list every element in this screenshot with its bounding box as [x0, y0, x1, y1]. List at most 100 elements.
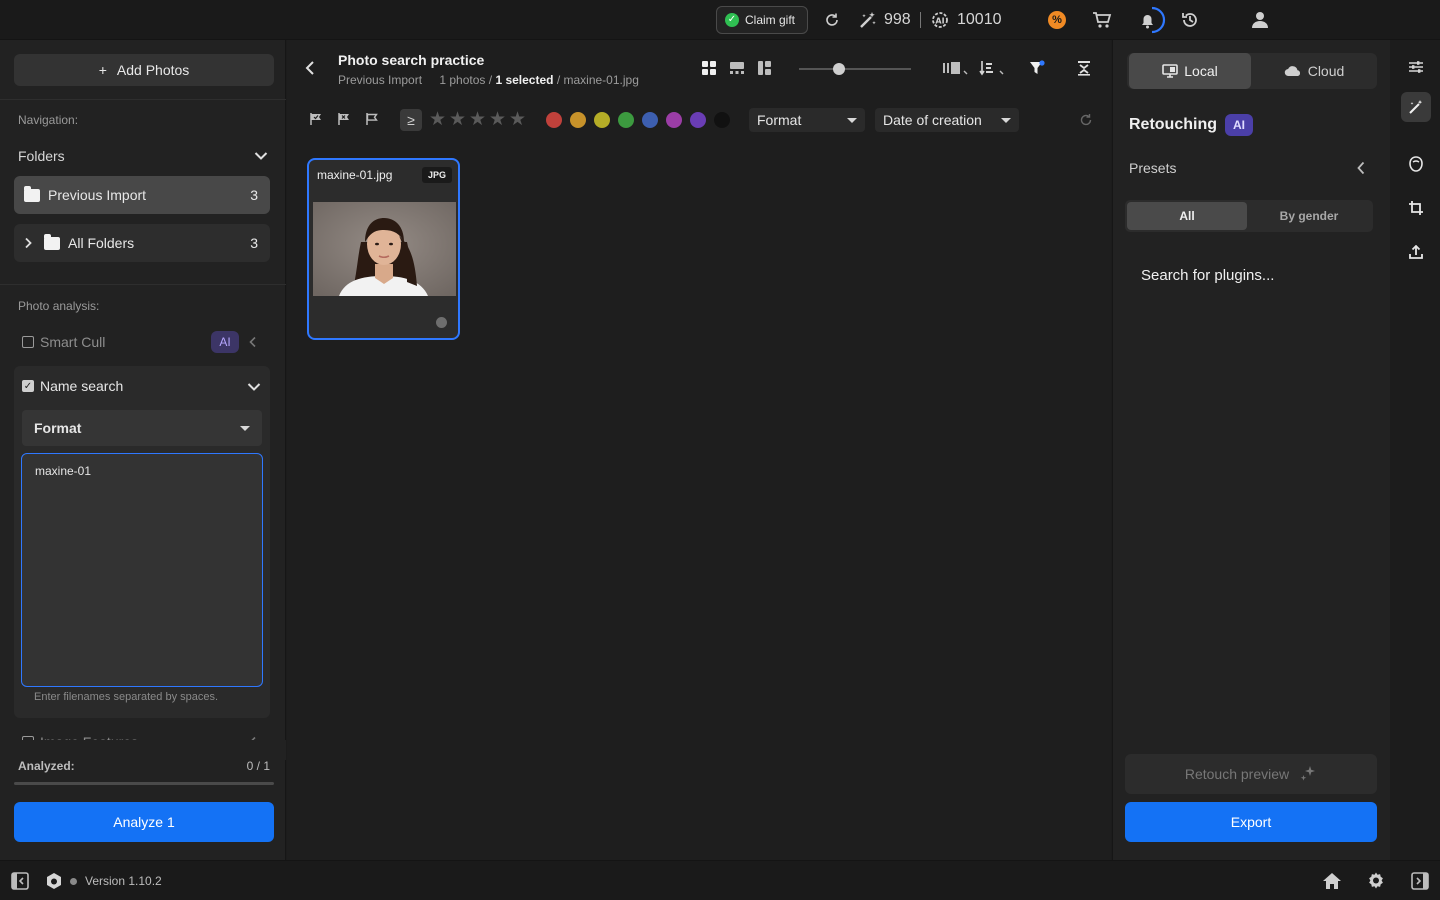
chevron-left-icon[interactable]: [249, 336, 257, 348]
retouch-wand-icon[interactable]: [1401, 92, 1431, 122]
version-label: Version 1.10.2: [85, 874, 162, 888]
photo-status-dot[interactable]: [436, 317, 447, 328]
cart-icon[interactable]: [1092, 10, 1112, 30]
preset-filter-toggle: All By gender: [1125, 200, 1373, 232]
export-upload-icon[interactable]: [1401, 237, 1431, 267]
chevron-left-icon[interactable]: [1357, 161, 1365, 175]
folder-item-previous-import[interactable]: Previous Import 3: [14, 176, 270, 214]
add-photos-label: Add Photos: [116, 62, 190, 78]
star-4-icon[interactable]: ★: [489, 110, 506, 130]
ai-credits[interactable]: AI 10010: [931, 10, 1002, 30]
columns-icon[interactable]: [942, 60, 970, 76]
folder-label: All Folders: [68, 235, 135, 251]
claim-gift-button[interactable]: ✓ Claim gift: [716, 6, 808, 34]
compare-view-icon[interactable]: [757, 60, 773, 76]
rating-operator-button[interactable]: ≥: [400, 109, 422, 131]
claim-gift-label: Claim gift: [745, 13, 796, 27]
folder-icon: [44, 233, 60, 250]
color-label-blue[interactable]: [642, 112, 658, 128]
preset-gender-tab[interactable]: By gender: [1249, 202, 1369, 230]
caret-down-icon: [240, 425, 250, 431]
color-label-red[interactable]: [546, 112, 562, 128]
thumbnail-size-slider[interactable]: [799, 63, 911, 75]
slider-knob[interactable]: [833, 63, 845, 75]
filename-input[interactable]: maxine-01: [21, 453, 263, 687]
smart-cull-label: Smart Cull: [40, 334, 106, 350]
retouch-preview-button[interactable]: Retouch preview: [1125, 754, 1377, 794]
home-icon[interactable]: [1322, 871, 1342, 891]
chevron-right-icon[interactable]: [24, 237, 32, 249]
collapse-right-panel-icon[interactable]: [1410, 871, 1430, 891]
photo-thumbnail[interactable]: [313, 202, 456, 296]
star-3-icon[interactable]: ★: [469, 110, 486, 130]
folder-item-all-folders[interactable]: All Folders 3: [14, 224, 270, 262]
smart-cull-checkbox[interactable]: [22, 336, 34, 348]
cloud-tab[interactable]: Cloud: [1253, 53, 1375, 89]
magic-wand-icon: [860, 12, 876, 28]
chevron-down-icon[interactable]: [247, 382, 261, 392]
add-photos-button[interactable]: + Add Photos: [14, 54, 274, 86]
discount-icon[interactable]: %: [1048, 11, 1066, 29]
color-label-yellow[interactable]: [594, 112, 610, 128]
color-label-purple[interactable]: [690, 112, 706, 128]
retouch-preview-label: Retouch preview: [1184, 766, 1290, 782]
magic-credits[interactable]: 998: [858, 10, 911, 30]
version-info: Version 1.10.2: [70, 874, 162, 888]
settings-gear-icon[interactable]: [1366, 871, 1386, 891]
folders-header[interactable]: Folders: [18, 146, 268, 166]
filmstrip-view-icon[interactable]: [729, 60, 745, 76]
presets-header[interactable]: Presets: [1129, 160, 1365, 176]
processing-mode-toggle: Local Cloud: [1127, 53, 1377, 89]
folder-count: 3: [250, 235, 258, 251]
flag-rejected-icon[interactable]: [337, 112, 351, 126]
ai-badge: AI: [1225, 114, 1253, 136]
star-1-icon[interactable]: ★: [429, 110, 446, 130]
chevron-left-icon[interactable]: [305, 60, 315, 76]
grid-view-icon[interactable]: [701, 60, 717, 76]
face-mask-icon[interactable]: [1401, 149, 1431, 179]
user-icon[interactable]: [1250, 10, 1270, 30]
date-sort-dropdown[interactable]: Date of creation: [875, 108, 1019, 132]
photo-card[interactable]: maxine-01.jpg JPG: [307, 158, 460, 340]
plugin-search-input[interactable]: Search for plugins...: [1141, 267, 1274, 284]
filename-hint: Enter filenames separated by spaces.: [34, 691, 219, 703]
analyze-button[interactable]: Analyze 1: [14, 802, 274, 842]
analyzed-label: Analyzed:: [18, 759, 75, 773]
collapse-left-panel-icon[interactable]: [10, 871, 30, 891]
crop-icon[interactable]: [1401, 193, 1431, 223]
folders-label: Folders: [18, 148, 65, 164]
export-button[interactable]: Export: [1125, 802, 1377, 842]
refresh-icon[interactable]: [822, 10, 842, 30]
breadcrumb-source[interactable]: Previous Import: [338, 73, 422, 87]
adjustments-icon[interactable]: [1401, 52, 1431, 82]
preset-all-tab[interactable]: All: [1127, 202, 1247, 230]
local-tab[interactable]: Local: [1129, 53, 1251, 89]
format-dropdown[interactable]: Format: [22, 410, 262, 446]
presets-label: Presets: [1129, 160, 1177, 176]
navigation-caption: Navigation:: [18, 113, 79, 127]
top-bar: ✓ Claim gift 998 AI 10010 %: [0, 0, 1440, 40]
star-2-icon[interactable]: ★: [449, 110, 466, 130]
reset-filter-icon[interactable]: [1079, 113, 1093, 127]
smart-cull-toggle[interactable]: Smart Cull: [22, 334, 105, 350]
photo-count: 1 photos /: [439, 73, 493, 87]
monitor-icon: [1162, 64, 1179, 78]
color-label-green[interactable]: [618, 112, 634, 128]
name-search-toggle[interactable]: ✓ Name search: [22, 378, 123, 394]
color-label-magenta[interactable]: [666, 112, 682, 128]
filter-icon[interactable]: [1029, 60, 1045, 76]
flag-picked-icon[interactable]: [309, 112, 323, 126]
color-label-black[interactable]: [714, 112, 730, 128]
flag-unflagged-icon[interactable]: [365, 112, 379, 126]
format-filter-dropdown[interactable]: Format: [749, 108, 865, 132]
page-title: Photo search practice: [338, 52, 485, 68]
breadcrumb: Previous Import 1 photos / 1 selected / …: [338, 73, 639, 87]
name-search-checkbox[interactable]: ✓: [22, 380, 34, 392]
collapse-icon[interactable]: [1077, 60, 1091, 76]
color-label-orange[interactable]: [570, 112, 586, 128]
caret-down-icon: [1001, 117, 1011, 123]
notifications-icon[interactable]: [1134, 5, 1166, 35]
history-icon[interactable]: [1180, 10, 1200, 30]
sort-icon[interactable]: [979, 60, 1007, 76]
star-5-icon[interactable]: ★: [509, 110, 526, 130]
